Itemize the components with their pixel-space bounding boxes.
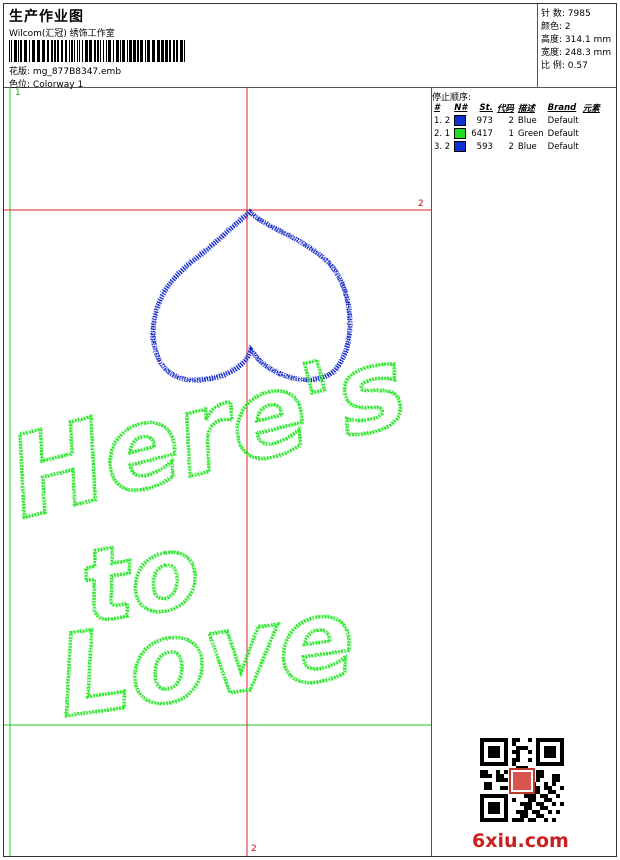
- stat-label: 宽度:: [541, 48, 563, 58]
- row-code: 2: [508, 115, 514, 126]
- guide-label-bottom: 2: [251, 844, 257, 854]
- stop-sequence-panel: 停止顺序: # N# St. 代码 描述 Brand 元素 1. 2 973 2…: [432, 88, 616, 856]
- stat-value: 0.57: [567, 61, 588, 71]
- design-canvas[interactable]: Here's to Love 1 2 2: [4, 88, 432, 856]
- design-value: mg_877B8347.emb: [32, 67, 122, 77]
- table-row[interactable]: 1. 2 973 2 Blue Default: [432, 114, 602, 127]
- design-label: 花版:: [9, 67, 31, 77]
- stat-label: 比 例:: [541, 61, 565, 71]
- row-stitches: 6417: [471, 128, 493, 139]
- row-seq: 3. 2: [434, 141, 451, 152]
- row-stitches: 593: [476, 141, 493, 152]
- row-brand: Default: [547, 128, 579, 139]
- design-text-green: Here's to Love: [4, 319, 420, 744]
- color-swatch: [452, 140, 469, 153]
- row-seq: 1. 2: [434, 115, 451, 126]
- stats-panel: 针 数: 7985 颜色: 2 高度: 314.1 mm 宽度: 248.3 m…: [538, 4, 616, 88]
- table-row[interactable]: 3. 2 593 2 Blue Default: [432, 140, 602, 153]
- stop-sequence-table: # N# St. 代码 描述 Brand 元素 1. 2 973 2 Blue …: [432, 101, 602, 153]
- sheet-title: 生产作业图: [9, 9, 84, 25]
- row-brand: Default: [547, 141, 579, 152]
- col-header: St.: [479, 102, 493, 113]
- stat-width: 宽度: 248.3 mm: [541, 45, 611, 58]
- stat-label: 颜色:: [541, 22, 563, 32]
- stat-height: 高度: 314.1 mm: [541, 32, 611, 45]
- stat-label: 针 数:: [541, 9, 565, 19]
- col-header: #: [434, 102, 440, 113]
- col-header: 描述: [517, 103, 535, 114]
- header-info-panel: 生产作业图 Wilcom(汇冠) 绣饰工作室 花版: mg_877B8347.e…: [4, 4, 538, 90]
- watermark: 6xiu.com: [472, 830, 569, 852]
- row-brand: Default: [547, 115, 579, 126]
- stat-stitches: 针 数: 7985: [541, 6, 591, 19]
- stat-scale: 比 例: 0.57: [541, 58, 588, 71]
- barcode-icon: [9, 40, 185, 62]
- stat-value: 2: [564, 22, 571, 32]
- col-header: 代码: [496, 103, 514, 114]
- row-desc: Blue: [517, 141, 537, 152]
- table-header-row: # N# St. 代码 描述 Brand 元素: [432, 101, 602, 114]
- row-desc: Green: [517, 128, 544, 139]
- row-code: 2: [508, 141, 514, 152]
- color-swatch-icon: [454, 115, 467, 126]
- guide-label-right: 2: [418, 199, 424, 209]
- row-element: [581, 140, 602, 153]
- guide-label-top: 1: [15, 88, 21, 98]
- row-desc: Blue: [517, 115, 537, 126]
- stat-colors: 颜色: 2: [541, 19, 571, 32]
- stat-label: 高度:: [541, 35, 563, 45]
- design-word-heres: Here's: [4, 321, 418, 544]
- design-file: 花版: mg_877B8347.emb: [9, 64, 121, 77]
- col-header: N#: [454, 102, 468, 113]
- color-swatch: [452, 127, 469, 140]
- stat-value: 314.1 mm: [564, 35, 612, 45]
- color-swatch-icon: [454, 128, 467, 139]
- color-swatch: [452, 114, 469, 127]
- design-preview: Here's to Love: [4, 88, 431, 856]
- row-stitches: 973: [476, 115, 493, 126]
- company-name: Wilcom(汇冠) 绣饰工作室: [9, 29, 115, 39]
- row-code: 1: [508, 128, 514, 139]
- row-element: [581, 127, 602, 140]
- col-header: Brand: [547, 102, 577, 113]
- color-swatch-icon: [454, 141, 467, 152]
- row-seq: 2. 1: [434, 128, 451, 139]
- seal-icon: [509, 768, 535, 794]
- stat-value: 7985: [567, 9, 591, 19]
- col-header: 元素: [582, 103, 600, 114]
- stat-value: 248.3 mm: [564, 48, 612, 58]
- table-row[interactable]: 2. 1 6417 1 Green Default: [432, 127, 602, 140]
- row-element: [581, 114, 602, 127]
